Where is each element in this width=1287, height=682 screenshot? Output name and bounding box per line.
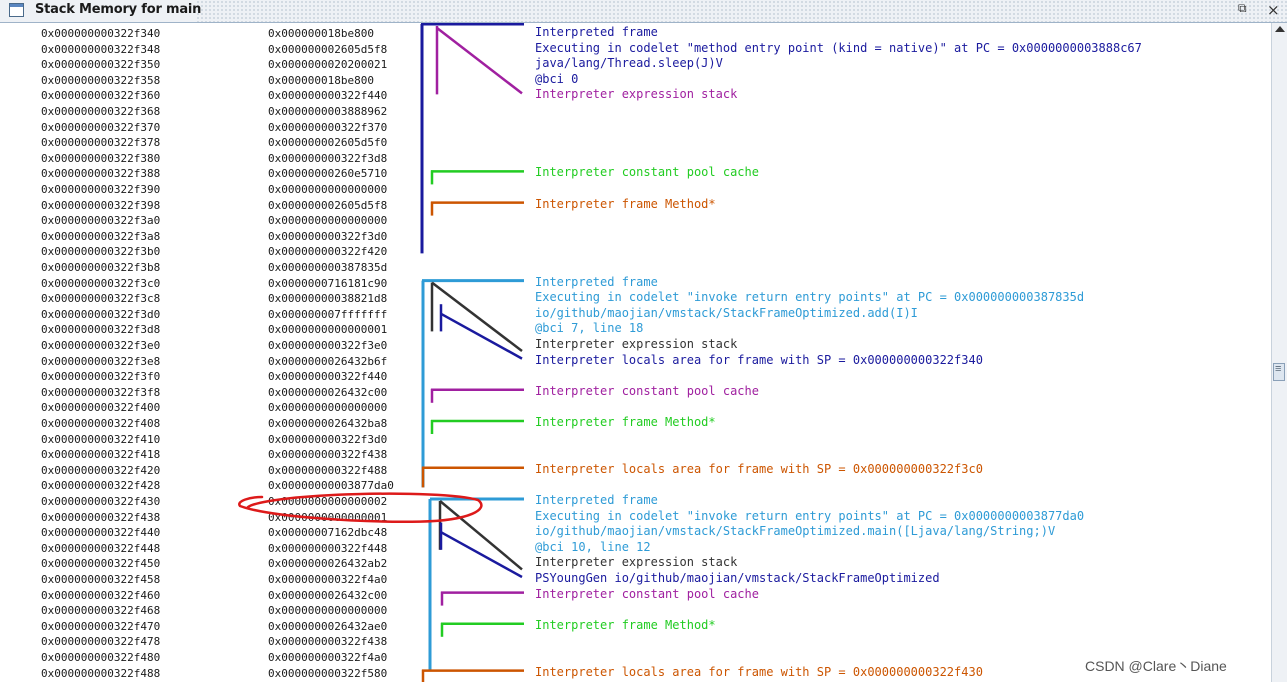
scroll-up-arrow-icon[interactable] [1275,26,1285,32]
frame-label: Interpreter constant pool cache [535,586,759,601]
frame-label: @bci 10, line 12 [535,539,651,554]
frame-label: io/github/maojian/vmstack/StackFrameOpti… [535,524,1056,539]
frame-label: Interpreter expression stack [535,87,738,102]
title-bar: Stack Memory for main ⧉ × [0,0,1287,23]
frame-label: Interpreter locals area for frame with S… [535,352,983,367]
frame-label: Interpreter locals area for frame with S… [535,664,983,679]
frame-label: Interpreter expression stack [535,555,738,570]
watermark: CSDN @Clare丶Diane [1085,658,1227,674]
locals-line [440,531,523,579]
window-title: Stack Memory for main [35,2,202,17]
frame-label: java/lang/Thread.sleep(J)V [535,56,723,71]
scroll-thumb[interactable] [1273,363,1285,381]
frame-label: Interpreter expression stack [535,337,738,351]
window-icon [9,3,24,17]
frame-label: Executing in codelet "method entry point… [535,40,1142,55]
frame-label: Executing in codelet "invoke return entr… [535,290,1085,305]
frame-label: Executing in codelet "invoke return entr… [535,508,1085,523]
title-panel: Stack Memory for main [0,0,201,22]
frame-label: Interpreted frame [535,493,658,507]
expression-stack-line [439,500,523,571]
vertical-scrollbar[interactable] [1271,23,1287,682]
expression-stack-line [436,27,523,95]
frame-label: Interpreter frame Method* [535,196,716,211]
frame-label: Interpreter frame Method* [535,415,716,429]
close-icon[interactable]: × [1267,1,1285,21]
frame-label: Interpreter constant pool cache [535,165,759,180]
frame-label: PSYoungGen io/github/maojian/vmstack/Sta… [535,571,940,585]
frame-label: @bci 7, line 18 [535,321,644,336]
frame-label: Interpreter locals area for frame with S… [535,461,983,476]
frame-label: @bci 0 [535,71,579,86]
frame-label: io/github/maojian/vmstack/StackFrameOpti… [535,305,918,320]
stack-memory-panel: 0x000000000322f340 0x000000018be800 0x0000… [0,23,1271,682]
frame-label: Interpreter frame Method* [535,617,716,632]
restore-icon[interactable]: ⧉ [1238,1,1254,21]
frame-label: Interpreter constant pool cache [535,383,759,398]
frame-label: Interpreted frame [535,274,658,289]
frame-label: Interpreted frame [535,25,658,39]
